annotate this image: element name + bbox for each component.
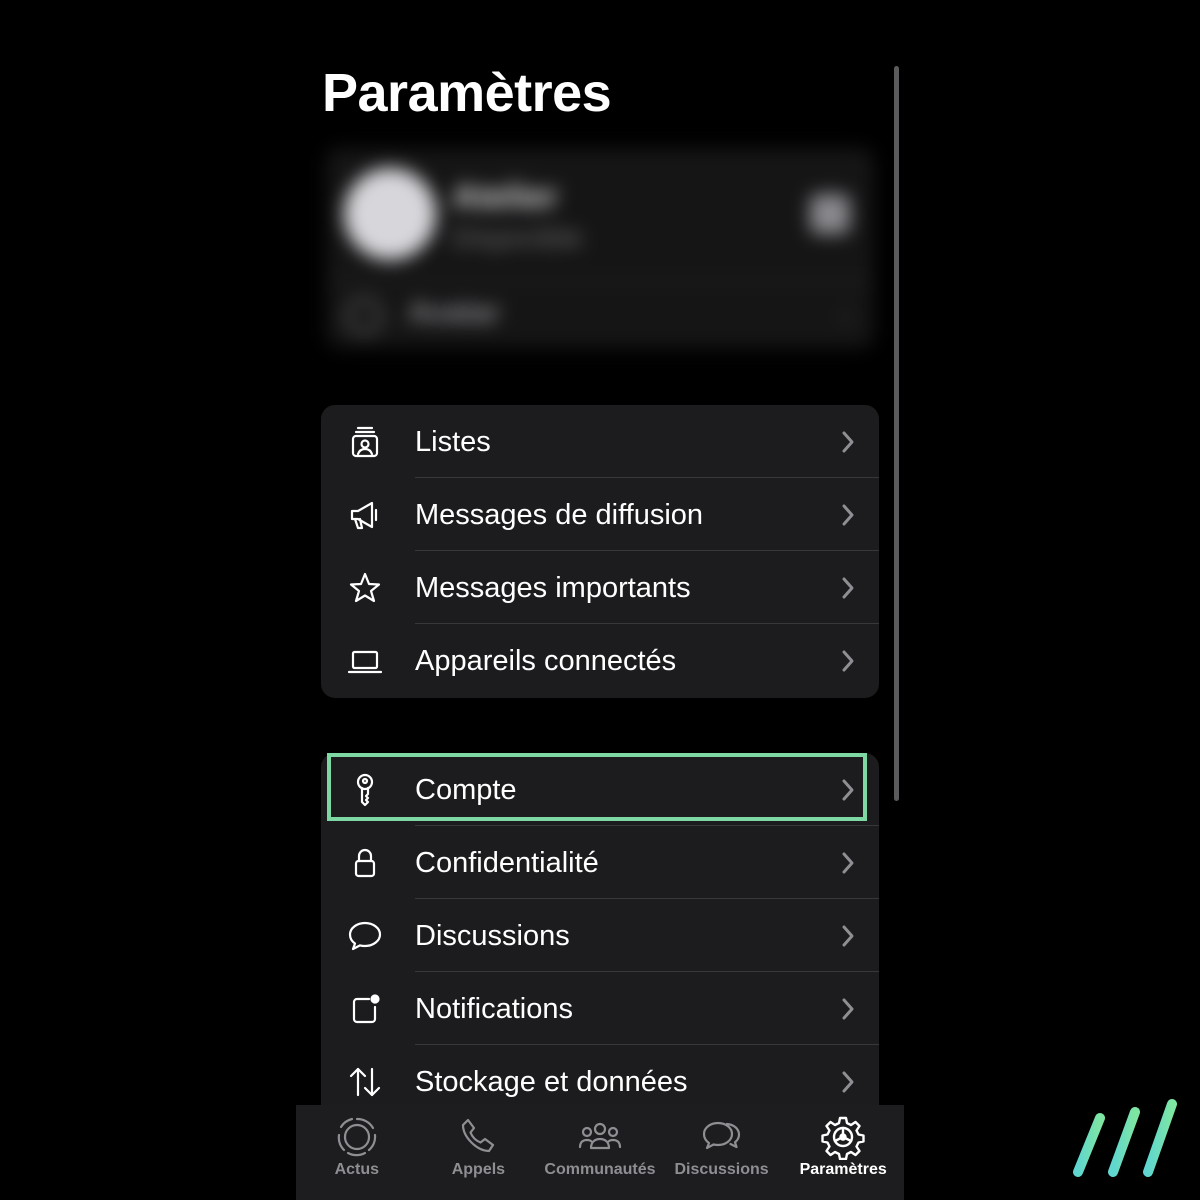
- settings-row-label: Confidentialité: [415, 847, 599, 879]
- profile-divider: [326, 280, 874, 282]
- settings-row-linked-devices[interactable]: Appareils connectés: [321, 624, 879, 697]
- chevron-right-icon: [839, 996, 857, 1022]
- chevron-right-icon: [839, 850, 857, 876]
- settings-row-label: Discussions: [415, 920, 570, 952]
- tab-label: Paramètres: [799, 1161, 887, 1178]
- phone-icon: [455, 1114, 501, 1160]
- scroll-indicator[interactable]: [894, 66, 899, 801]
- notification-badge-icon: [347, 991, 383, 1027]
- chevron-right-icon: [839, 502, 857, 528]
- status-ring-icon: [334, 1114, 380, 1160]
- key-icon: [347, 772, 383, 808]
- settings-row-label: Stockage et données: [415, 1066, 688, 1098]
- brand-logo: [1068, 1098, 1180, 1180]
- community-icon: [577, 1114, 623, 1160]
- chevron-right-icon: [839, 777, 857, 803]
- settings-row-starred[interactable]: Messages importants: [321, 551, 879, 624]
- qr-code-icon[interactable]: [810, 194, 850, 234]
- settings-group-tools: Listes Messages de diffusion Messages im…: [321, 405, 879, 698]
- chat-bubble-icon: [347, 918, 383, 954]
- tab-label: Discussions: [674, 1161, 769, 1178]
- phone-screen: Paramètres Atelier Disponible Avatar › L…: [296, 0, 904, 1200]
- chevron-right-icon: [839, 923, 857, 949]
- chevron-right-icon: [839, 648, 857, 674]
- settings-row-label: Appareils connectés: [415, 645, 677, 677]
- settings-row-privacy[interactable]: Confidentialité: [321, 826, 879, 899]
- profile-card[interactable]: Atelier Disponible Avatar ›: [326, 148, 874, 348]
- tab-label: Communautés: [544, 1161, 656, 1178]
- tab-chats[interactable]: Discussions: [661, 1105, 783, 1200]
- tab-label: Actus: [334, 1161, 380, 1178]
- settings-row-label: Compte: [415, 774, 517, 806]
- page-title: Paramètres: [322, 63, 612, 123]
- tab-settings[interactable]: Paramètres: [782, 1105, 904, 1200]
- settings-group-main: Compte Confidentialité Discussions Notif…: [321, 753, 879, 1153]
- lock-icon: [347, 845, 383, 881]
- chevron-right-icon: [839, 1069, 857, 1095]
- tab-label: Appels: [451, 1161, 506, 1178]
- settings-row-label: Listes: [415, 426, 491, 458]
- contact-list-icon: [347, 424, 383, 460]
- profile-name: Atelier: [452, 178, 558, 216]
- avatar-row-icon: [346, 298, 382, 334]
- avatar-row-label[interactable]: Avatar: [408, 296, 500, 330]
- settings-row-broadcast[interactable]: Messages de diffusion: [321, 478, 879, 551]
- settings-row-account[interactable]: Compte: [321, 753, 879, 826]
- tab-calls[interactable]: Appels: [418, 1105, 540, 1200]
- tab-updates[interactable]: Actus: [296, 1105, 418, 1200]
- avatar[interactable]: [344, 168, 436, 260]
- settings-row-label: Notifications: [415, 993, 573, 1025]
- tab-bar: Actus Appels Communautés Discussions Par…: [296, 1105, 904, 1200]
- settings-row-lists[interactable]: Listes: [321, 405, 879, 478]
- chevron-right-icon: [839, 575, 857, 601]
- settings-row-label: Messages importants: [415, 572, 691, 604]
- page: Paramètres Atelier Disponible Avatar › L…: [0, 0, 1200, 1200]
- star-icon: [347, 570, 383, 606]
- gear-icon: [820, 1114, 866, 1160]
- megaphone-icon: [347, 497, 383, 533]
- settings-row-chats[interactable]: Discussions: [321, 899, 879, 972]
- up-down-arrows-icon: [347, 1064, 383, 1100]
- profile-status: Disponible: [452, 222, 583, 253]
- chevron-right-icon: [839, 429, 857, 455]
- laptop-icon: [347, 643, 383, 679]
- tab-communities[interactable]: Communautés: [539, 1105, 661, 1200]
- settings-row-notifications[interactable]: Notifications: [321, 972, 879, 1045]
- settings-row-label: Messages de diffusion: [415, 499, 704, 531]
- chat-bubbles-icon: [699, 1114, 745, 1160]
- chevron-right-icon: ›: [840, 300, 850, 331]
